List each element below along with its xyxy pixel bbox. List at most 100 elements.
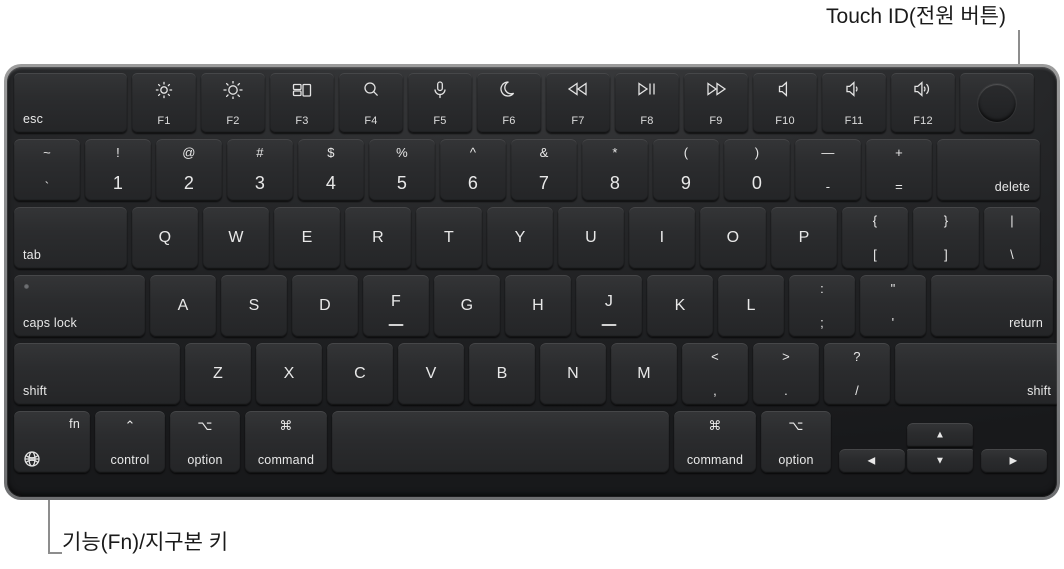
- key-4[interactable]: $ 4: [298, 139, 364, 201]
- key-f9-label: F9: [709, 115, 723, 127]
- key-n[interactable]: N: [540, 343, 606, 405]
- key-space[interactable]: [332, 411, 669, 473]
- key-w[interactable]: W: [203, 207, 269, 269]
- key-2-shift-label: @: [182, 145, 196, 160]
- key-f6[interactable]: F6: [477, 73, 541, 133]
- key-q[interactable]: Q: [132, 207, 198, 269]
- key-9[interactable]: ( 9: [653, 139, 719, 201]
- key-f[interactable]: F: [363, 275, 429, 337]
- key-touch-id[interactable]: [960, 73, 1034, 133]
- key-semicolon-label: ;: [820, 315, 824, 330]
- key-quote-shift-label: ": [890, 281, 896, 296]
- key-slash[interactable]: ? /: [824, 343, 890, 405]
- key-f5[interactable]: F5: [408, 73, 472, 133]
- key-2[interactable]: @ 2: [156, 139, 222, 201]
- key-b-label: B: [496, 365, 508, 382]
- key-bracket-left-label: [: [873, 247, 877, 262]
- key-0[interactable]: ) 0: [724, 139, 790, 201]
- key-f7[interactable]: F7: [546, 73, 610, 133]
- key-v[interactable]: V: [398, 343, 464, 405]
- option-symbol-left-icon: ⌥: [197, 418, 213, 433]
- key-bracket-left[interactable]: { [: [842, 207, 908, 269]
- key-b[interactable]: B: [469, 343, 535, 405]
- key-f8[interactable]: F8: [615, 73, 679, 133]
- key-arrow-up[interactable]: ▲: [907, 423, 973, 447]
- key-grave[interactable]: ~ `: [14, 139, 80, 201]
- key-arrow-down[interactable]: ▼: [907, 449, 973, 473]
- key-5[interactable]: % 5: [369, 139, 435, 201]
- key-f3[interactable]: F3: [270, 73, 334, 133]
- key-option-right[interactable]: ⌥ option: [761, 411, 831, 473]
- key-g[interactable]: G: [434, 275, 500, 337]
- key-f1[interactable]: F1: [132, 73, 196, 133]
- key-1[interactable]: ! 1: [85, 139, 151, 201]
- key-3[interactable]: # 3: [227, 139, 293, 201]
- key-backslash[interactable]: | \: [984, 207, 1040, 269]
- key-quote[interactable]: " ': [860, 275, 926, 337]
- key-fn-globe[interactable]: fn: [14, 411, 90, 473]
- key-f4[interactable]: F4: [339, 73, 403, 133]
- key-t[interactable]: T: [416, 207, 482, 269]
- key-8[interactable]: * 8: [582, 139, 648, 201]
- key-period[interactable]: > .: [753, 343, 819, 405]
- key-command-right[interactable]: ⌘ command: [674, 411, 756, 473]
- key-a[interactable]: A: [150, 275, 216, 337]
- key-tab-label: tab: [23, 248, 41, 262]
- key-h[interactable]: H: [505, 275, 571, 337]
- key-y[interactable]: Y: [487, 207, 553, 269]
- key-6[interactable]: ^ 6: [440, 139, 506, 201]
- key-caps-lock[interactable]: caps lock: [14, 275, 145, 337]
- key-bracket-right[interactable]: } ]: [913, 207, 979, 269]
- key-p[interactable]: P: [771, 207, 837, 269]
- key-bracket-right-shift-label: }: [943, 213, 949, 228]
- key-semicolon[interactable]: : ;: [789, 275, 855, 337]
- key-7[interactable]: & 7: [511, 139, 577, 201]
- key-comma[interactable]: < ,: [682, 343, 748, 405]
- key-i[interactable]: I: [629, 207, 695, 269]
- key-return[interactable]: return: [931, 275, 1053, 337]
- key-arrow-right[interactable]: ▶: [980, 449, 1047, 473]
- key-tab[interactable]: tab: [14, 207, 127, 269]
- key-x[interactable]: X: [256, 343, 322, 405]
- annotation-fn-globe: 기능(Fn)/지구본 키: [62, 531, 229, 554]
- key-arrow-left[interactable]: ◀: [838, 449, 905, 473]
- key-f2[interactable]: F2: [201, 73, 265, 133]
- key-quote-label: ': [891, 315, 895, 330]
- key-option-right-label: option: [778, 453, 814, 467]
- key-d[interactable]: D: [292, 275, 358, 337]
- key-f12[interactable]: F12: [891, 73, 955, 133]
- key-e[interactable]: E: [274, 207, 340, 269]
- key-grave-shift-label: ~: [43, 145, 51, 160]
- key-f10[interactable]: F10: [753, 73, 817, 133]
- key-j[interactable]: J: [576, 275, 642, 337]
- key-bracket-right-label: ]: [944, 247, 948, 262]
- key-equal[interactable]: + =: [866, 139, 932, 201]
- fast-forward-icon: [684, 81, 748, 99]
- key-k[interactable]: K: [647, 275, 713, 337]
- key-shift-right[interactable]: shift: [895, 343, 1057, 405]
- key-minus[interactable]: — -: [795, 139, 861, 201]
- key-command-left[interactable]: ⌘ command: [245, 411, 327, 473]
- key-3-shift-label: #: [256, 145, 264, 160]
- key-slash-shift-label: ?: [853, 349, 861, 364]
- key-u-label: U: [585, 229, 597, 246]
- key-option-left[interactable]: ⌥ option: [170, 411, 240, 473]
- key-m[interactable]: M: [611, 343, 677, 405]
- key-r[interactable]: R: [345, 207, 411, 269]
- key-esc[interactable]: esc: [14, 73, 127, 133]
- play-pause-icon: [615, 81, 679, 99]
- key-shift-left[interactable]: shift: [14, 343, 180, 405]
- key-s[interactable]: S: [221, 275, 287, 337]
- key-delete[interactable]: delete: [937, 139, 1040, 201]
- key-z[interactable]: Z: [185, 343, 251, 405]
- key-c[interactable]: C: [327, 343, 393, 405]
- dictation-mic-icon: [408, 81, 472, 99]
- key-f11[interactable]: F11: [822, 73, 886, 133]
- key-u[interactable]: U: [558, 207, 624, 269]
- key-o[interactable]: O: [700, 207, 766, 269]
- brightness-high-icon: [201, 81, 265, 99]
- key-f9[interactable]: F9: [684, 73, 748, 133]
- key-minus-label: -: [825, 179, 831, 194]
- key-l[interactable]: L: [718, 275, 784, 337]
- key-control[interactable]: ⌃ control: [95, 411, 165, 473]
